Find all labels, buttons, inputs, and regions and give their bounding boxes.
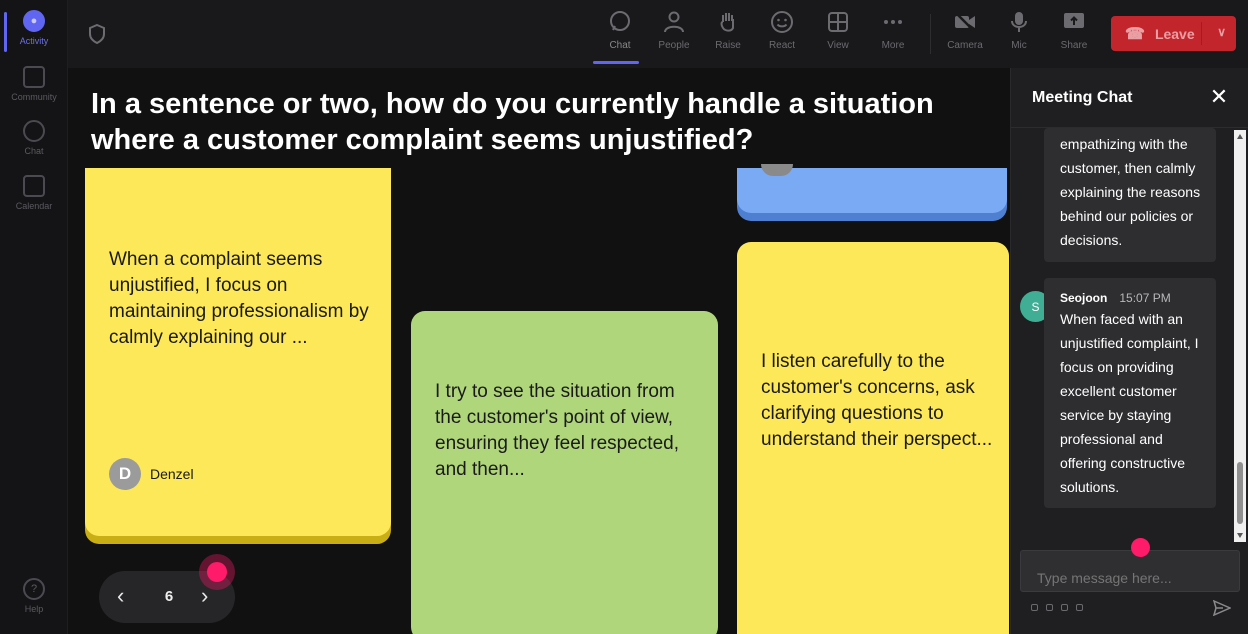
rail-item-label: Activity xyxy=(19,36,49,46)
note-text: When a complaint seems unjustified, I fo… xyxy=(109,249,369,348)
close-icon[interactable]: ✕ xyxy=(1208,86,1230,108)
rail-item-activity[interactable]: ● Activity xyxy=(0,10,68,64)
react-button[interactable]: React xyxy=(757,10,807,62)
message-text: empathizing with the customer, then calm… xyxy=(1060,136,1201,248)
share-button-label: Share xyxy=(1060,40,1088,51)
more-dots-icon xyxy=(884,20,902,24)
hang-up-icon: ☎ xyxy=(1125,25,1145,43)
react-button-label: React xyxy=(768,40,796,51)
whiteboard-stage: In a sentence or two, how do you current… xyxy=(68,68,1010,634)
page-number: 6 xyxy=(164,588,174,605)
meeting-toolbar: Chat People Raise React View More Camera… xyxy=(68,0,1248,68)
rail-item-help[interactable]: ? Help xyxy=(0,578,68,632)
camera-button[interactable]: Camera xyxy=(940,10,990,62)
leave-button[interactable]: ☎ Leave ∨ xyxy=(1111,16,1236,51)
chat-button-label: Chat xyxy=(609,40,631,51)
hand-icon xyxy=(720,13,734,32)
share-screen-icon xyxy=(1064,13,1084,28)
bell-icon: ● xyxy=(23,10,45,32)
chat-message-input[interactable] xyxy=(1020,550,1240,592)
chat-formatting-tools xyxy=(1031,604,1091,611)
community-icon xyxy=(23,66,45,88)
meeting-chat-panel: Meeting Chat ✕ empathizing with the cust… xyxy=(1010,68,1248,634)
chat-icon xyxy=(610,11,630,31)
message-text: When faced with an unjustified complaint… xyxy=(1060,311,1199,495)
question-title: In a sentence or two, how do you current… xyxy=(91,88,934,156)
raise-button-label: Raise xyxy=(715,40,741,51)
view-button-label: View xyxy=(827,40,849,51)
avatar xyxy=(761,164,793,176)
send-icon[interactable] xyxy=(1213,600,1231,616)
leave-button-label: Leave xyxy=(1154,25,1195,42)
scroll-thumb[interactable] xyxy=(1237,462,1243,524)
shield-icon xyxy=(89,24,105,44)
more-button[interactable]: More xyxy=(868,10,918,62)
chat-icon xyxy=(23,120,45,142)
people-button[interactable]: People xyxy=(649,10,699,62)
chat-scrollbar[interactable] xyxy=(1234,130,1246,542)
rail-item-label: Help xyxy=(24,604,44,614)
cursor-indicator xyxy=(207,562,227,582)
help-icon: ? xyxy=(23,578,45,600)
chevron-down-icon[interactable]: ∨ xyxy=(1217,25,1226,39)
people-button-label: People xyxy=(658,40,690,51)
rail-item-label: Calendar xyxy=(15,201,53,211)
mic-button-label: Mic xyxy=(1011,40,1027,51)
avatar-initial: S xyxy=(1031,299,1040,314)
sticky-note[interactable] xyxy=(737,164,1007,213)
rail-item-community[interactable]: Community xyxy=(0,66,68,120)
gif-icon[interactable] xyxy=(1076,604,1083,611)
leave-divider xyxy=(1201,22,1202,45)
chat-message: Seojoon 15:07 PM When faced with an unju… xyxy=(1044,278,1216,508)
mic-icon xyxy=(1011,12,1027,32)
share-button[interactable]: Share xyxy=(1049,10,1099,62)
mic-button[interactable]: Mic xyxy=(994,10,1044,62)
scroll-up-icon[interactable] xyxy=(1237,134,1243,139)
rail-item-label: Chat xyxy=(24,146,44,156)
sticky-note[interactable]: I listen carefully to the customer's con… xyxy=(737,242,1009,634)
format-icon[interactable] xyxy=(1031,604,1038,611)
raise-hand-button[interactable]: Raise xyxy=(703,10,753,62)
chat-message: empathizing with the customer, then calm… xyxy=(1044,128,1216,262)
chat-title: Meeting Chat xyxy=(1032,89,1133,106)
people-icon xyxy=(664,11,684,33)
sticky-note[interactable]: When a complaint seems unjustified, I fo… xyxy=(85,168,391,536)
camera-button-label: Camera xyxy=(947,40,983,51)
author-name: Denzel xyxy=(150,466,194,482)
toolbar-divider xyxy=(930,14,931,54)
left-rail: ● Activity Community Chat Calendar ? Hel… xyxy=(0,0,68,634)
note-author: D Denzel xyxy=(109,458,194,490)
rail-item-label: Community xyxy=(11,92,57,102)
scroll-down-icon[interactable] xyxy=(1237,533,1243,538)
smiley-icon xyxy=(771,11,793,33)
rail-item-calendar[interactable]: Calendar xyxy=(0,175,68,229)
view-button[interactable]: View xyxy=(813,10,863,62)
emoji-icon[interactable] xyxy=(1061,604,1068,611)
calendar-icon xyxy=(23,175,45,197)
avatar: D xyxy=(109,458,141,490)
chat-button[interactable]: Chat xyxy=(593,10,645,64)
note-text: I listen carefully to the customer's con… xyxy=(761,351,993,450)
chevron-left-icon[interactable]: ‹ xyxy=(117,585,137,609)
grid-icon xyxy=(828,12,848,32)
sticky-note[interactable]: I try to see the situation from the cust… xyxy=(411,311,718,634)
more-button-label: More xyxy=(881,40,905,51)
chat-header: Meeting Chat ✕ xyxy=(1011,68,1248,128)
rail-item-chat[interactable]: Chat xyxy=(0,120,68,174)
note-text: I try to see the situation from the cust… xyxy=(435,381,679,480)
attach-icon[interactable] xyxy=(1046,604,1053,611)
cursor-indicator xyxy=(1131,538,1150,557)
camera-off-icon xyxy=(955,12,975,32)
